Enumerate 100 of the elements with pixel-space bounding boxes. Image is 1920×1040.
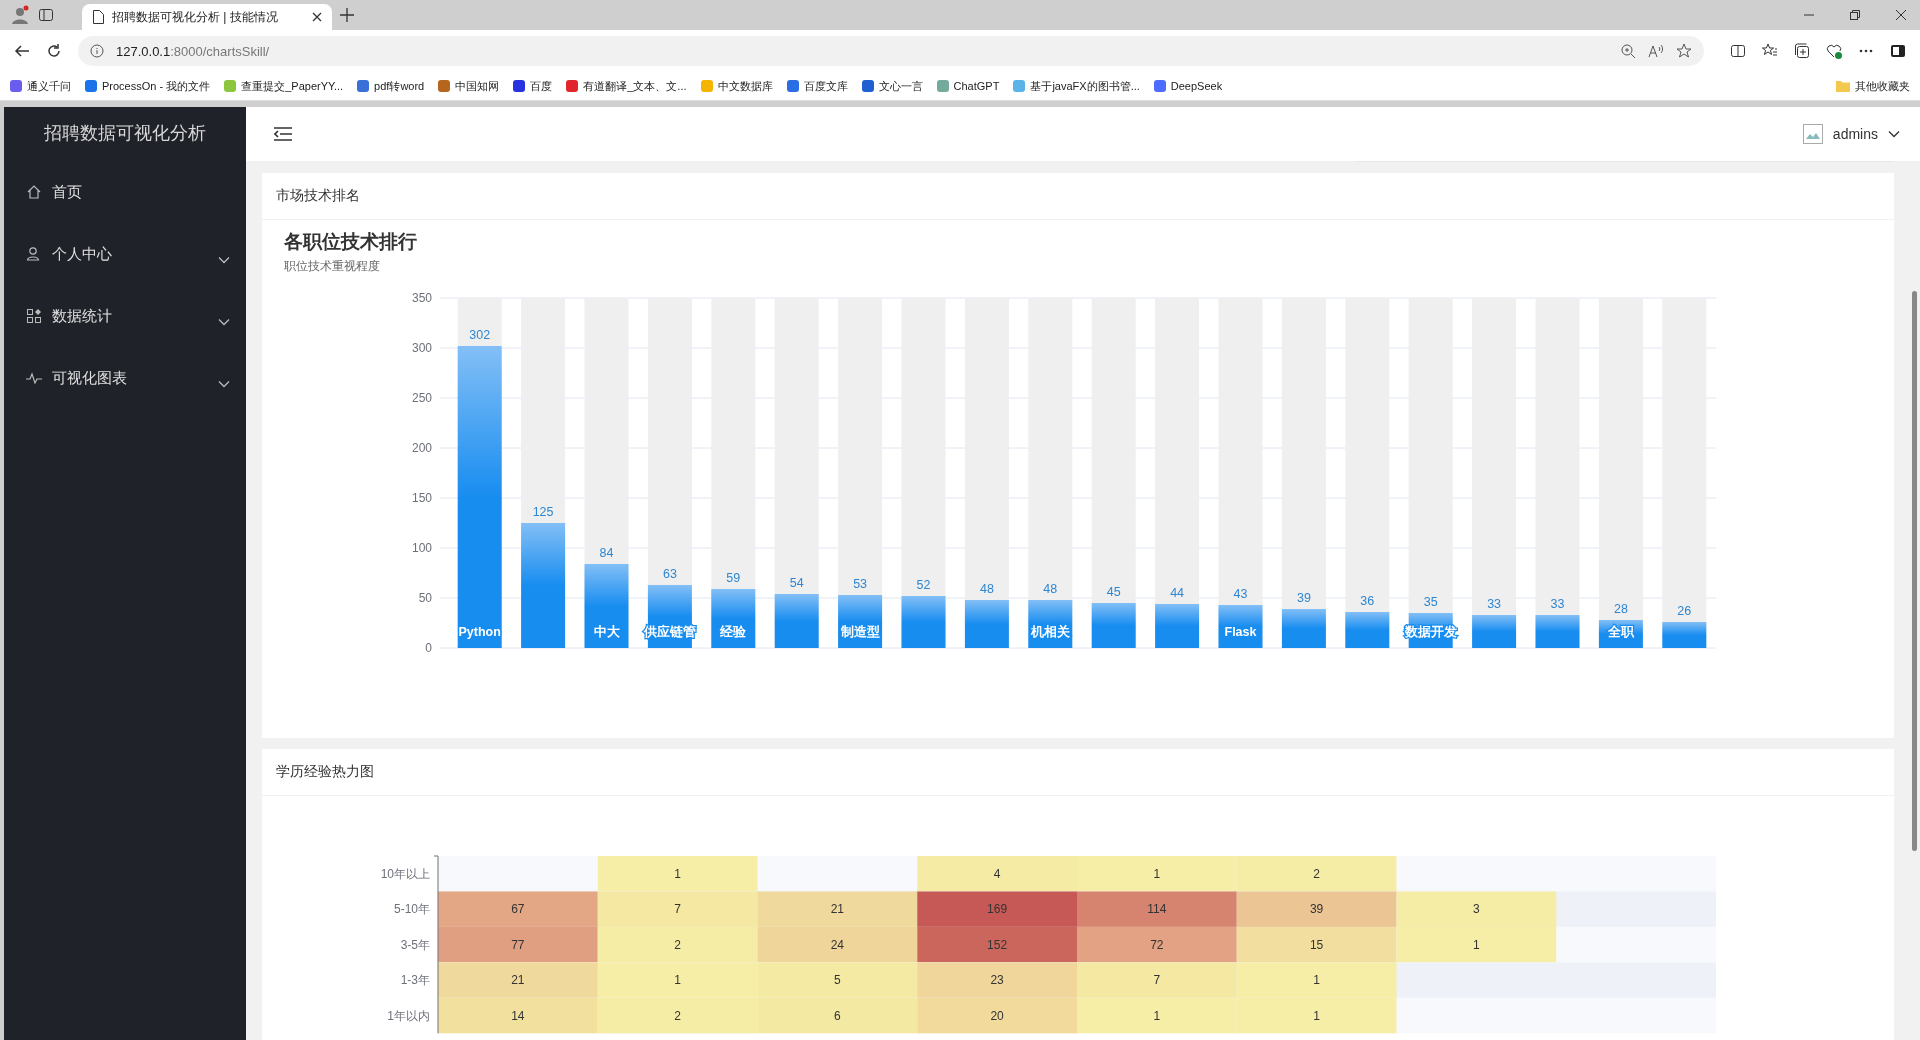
restore-icon[interactable]: [1850, 10, 1860, 20]
bookmark[interactable]: 中国知网: [438, 78, 500, 94]
profile-icon: [10, 5, 30, 25]
value-label: 45: [1106, 585, 1121, 599]
bookmark[interactable]: 基于javaFX的图书管...: [1013, 78, 1140, 94]
value-label: 33: [1487, 597, 1502, 611]
axis-label: 200: [411, 441, 432, 455]
bar: [774, 594, 819, 648]
cell-value: 6: [834, 1008, 841, 1023]
bookmark[interactable]: DeepSeek: [1153, 80, 1223, 92]
bar: [838, 595, 883, 648]
sidebar-icon[interactable]: [1890, 43, 1906, 59]
tab-actions-icon: [38, 7, 54, 23]
bar-label: Python: [458, 625, 501, 639]
cell-value: 3: [1473, 902, 1480, 917]
bookmark[interactable]: 文心一言: [861, 78, 923, 94]
value-label: 54: [789, 576, 804, 590]
cell-value: 24: [830, 937, 845, 952]
heart-check-icon[interactable]: [1826, 43, 1842, 59]
bookmark[interactable]: pdf转word: [357, 78, 425, 94]
bar-label: 制造型: [840, 625, 880, 639]
card-title: 学历经验热力图: [276, 763, 374, 781]
cell-value: 2: [674, 1008, 681, 1023]
nav-item[interactable]: 个人中心: [52, 244, 208, 264]
broken-image-icon: [1802, 124, 1823, 144]
bar-label: 机相关: [1030, 625, 1070, 639]
split-screen-icon[interactable]: [1730, 43, 1746, 59]
bookmark[interactable]: 通义千问: [10, 78, 71, 94]
axis-label: 100: [411, 541, 432, 555]
value-label: 39: [1296, 591, 1311, 605]
cell-value: 1: [1153, 866, 1161, 881]
cell-value: 2: [674, 937, 681, 952]
close-icon[interactable]: [312, 12, 322, 22]
nav-item[interactable]: 首页: [52, 182, 230, 202]
bar-label: 中大: [593, 625, 620, 639]
value-label: 84: [599, 546, 614, 560]
value-label: 52: [916, 578, 931, 592]
bar: [964, 600, 1009, 648]
cell-value: 23: [990, 973, 1004, 988]
value-label: 44: [1170, 586, 1185, 600]
nav-item[interactable]: 可视化图表: [52, 368, 208, 388]
value-label: 33: [1550, 597, 1565, 611]
bookmark[interactable]: 百度: [513, 78, 553, 94]
bar: [711, 589, 756, 648]
bar: [1535, 615, 1580, 648]
chart-subtitle: 职位技术重视程度: [284, 259, 380, 273]
value-label: 53: [853, 577, 868, 591]
nav-item[interactable]: 数据统计: [52, 306, 208, 326]
axis-label: 0: [425, 641, 432, 655]
zoom-in-icon[interactable]: [1620, 43, 1636, 59]
axis-label: 250: [411, 391, 432, 405]
cell-value: 14: [511, 1008, 525, 1023]
cell-value: 39: [1309, 902, 1324, 917]
bookmark[interactable]: ProcessOn - 我的文件: [85, 78, 211, 94]
collections-icon[interactable]: [1794, 43, 1810, 59]
cell-value: 72: [1150, 937, 1164, 952]
bookmark[interactable]: 百度文库: [786, 78, 848, 94]
cell-value: 77: [511, 937, 525, 952]
axis-label: 1-3年: [400, 973, 430, 988]
axis-label: 3-5年: [400, 937, 430, 952]
cell-value: 5: [834, 973, 841, 988]
refresh-icon[interactable]: [46, 43, 62, 59]
read-aloud-icon[interactable]: [1648, 43, 1664, 59]
value-label: 48: [979, 582, 994, 596]
axis-label: 1年以内: [387, 1008, 430, 1023]
cell-value: 1: [1473, 937, 1480, 952]
bar: [1028, 600, 1073, 648]
star-icon[interactable]: [1676, 43, 1692, 59]
user-menu[interactable]: admins: [1832, 126, 1878, 142]
cell-value: 169: [987, 902, 1008, 917]
bar: [1281, 609, 1326, 648]
bookmark-folder[interactable]: 其他收藏夹: [1836, 78, 1910, 94]
back-icon[interactable]: [14, 43, 30, 59]
scrollbar[interactable]: [1911, 291, 1917, 851]
cell-value: 152: [987, 937, 1008, 952]
axis-label: 50: [418, 591, 432, 605]
value-label: 36: [1360, 594, 1375, 608]
favorites-icon[interactable]: [1762, 43, 1778, 59]
cell-value: 114: [1147, 902, 1167, 917]
cell-value: 1: [674, 866, 681, 881]
bookmark[interactable]: 中文数据库: [700, 78, 773, 94]
cell-value: 7: [1153, 973, 1161, 988]
grid-icon: [26, 308, 42, 324]
new-tab-icon[interactable]: [340, 8, 354, 22]
axis-label: 350: [411, 291, 432, 305]
close-icon[interactable]: [1896, 10, 1906, 20]
bookmark[interactable]: 有道翻译_文本、文...: [566, 78, 687, 94]
browser-tab[interactable]: 招聘数据可视化分析 | 技能情况: [82, 4, 332, 30]
cell-value: 4: [993, 866, 1001, 881]
value-label: 26: [1677, 604, 1692, 618]
cell-value: 67: [511, 902, 525, 917]
bar: [1662, 622, 1707, 648]
value-label: 28: [1613, 602, 1628, 616]
chart-title: 各职位技术排行: [284, 231, 417, 252]
bookmark[interactable]: 查重提交_PaperYY...: [224, 78, 344, 94]
folder-icon: [1836, 80, 1850, 92]
bookmark[interactable]: ChatGPT: [936, 80, 1000, 92]
cell-value: 15: [1309, 937, 1324, 952]
bar: [1091, 603, 1136, 648]
menu-icon[interactable]: [274, 127, 292, 141]
